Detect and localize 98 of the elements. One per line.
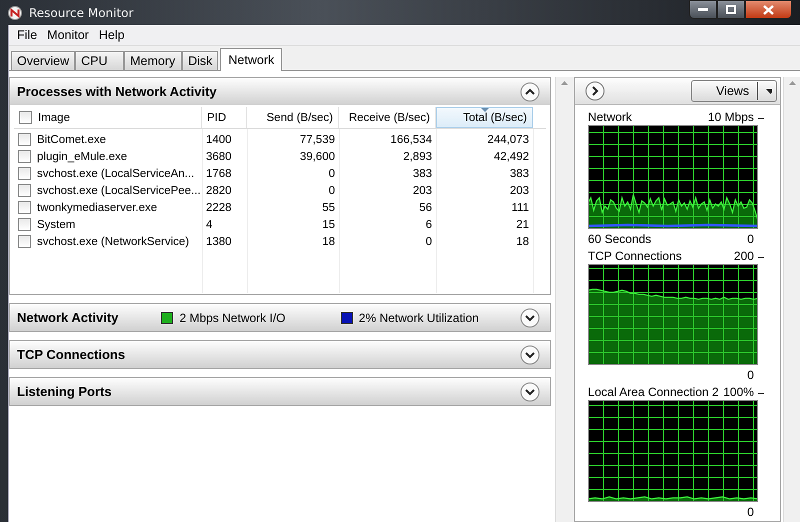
column-label: Total (B/sec) [463, 112, 527, 124]
minimize-button[interactable] [689, 0, 717, 19]
tab[interactable]: Overview [11, 51, 76, 70]
checkbox[interactable] [19, 111, 32, 124]
table-cell: 244,073 [487, 134, 529, 146]
section-title: Processes with Network Activity [17, 84, 217, 99]
column-header[interactable]: Total (B/sec) [436, 107, 533, 128]
column-label: Receive (B/sec) [348, 112, 430, 124]
column-header[interactable]: Image [14, 107, 202, 128]
table-cell: System [37, 218, 76, 230]
section-header[interactable]: Processes with Network Activity [10, 78, 550, 105]
table-cell: 6 [426, 218, 432, 230]
graph-max-label: 100% [723, 385, 754, 399]
section-header[interactable]: Listening Ports [10, 378, 550, 405]
tab[interactable]: Network [220, 48, 282, 71]
views-button[interactable]: Views [691, 80, 778, 102]
column-label: Send (B/sec) [266, 112, 333, 124]
scroll-up-icon[interactable] [788, 81, 796, 85]
checkbox[interactable] [18, 167, 31, 180]
table-cell: BitComet.exe [37, 134, 106, 146]
expand-icon[interactable] [520, 344, 540, 364]
table-cell: 56 [419, 202, 432, 214]
graph-title: Local Area Connection 2 [588, 385, 719, 399]
table-cell: 77,539 [300, 134, 335, 146]
checkbox[interactable] [18, 218, 31, 231]
graph-title: Network [588, 110, 632, 124]
app-icon [8, 6, 22, 20]
column-header[interactable]: PID [202, 107, 247, 128]
table-cell: 4 [206, 218, 212, 230]
window-title: Resource Monitor [29, 6, 134, 20]
expand-icon[interactable] [520, 382, 540, 402]
graph-max-label: 200 [734, 249, 754, 263]
table-cell: 55 [322, 202, 335, 214]
menu-item[interactable]: Help [94, 28, 130, 42]
table-cell: svchost.exe (LocalServicePee... [37, 184, 201, 196]
table-cell: 1380 [206, 236, 232, 248]
table-cell: 383 [510, 168, 529, 180]
graph-min-label: 0 [747, 368, 754, 382]
collapse-icon[interactable] [520, 82, 540, 102]
time-span-label: 60 Seconds [588, 232, 652, 246]
table-cell: 383 [412, 168, 432, 180]
checkbox[interactable] [18, 133, 31, 146]
close-button[interactable] [745, 0, 792, 19]
table-cell: 2228 [206, 202, 232, 214]
menu-item[interactable]: File [12, 28, 42, 42]
expand-icon[interactable] [520, 308, 540, 328]
table-cell: twonkymediaserver.exe [37, 202, 158, 214]
column-label: PID [207, 112, 226, 124]
table-cell: 0 [426, 236, 432, 248]
checkbox[interactable] [18, 184, 31, 197]
table-cell: 2820 [206, 184, 232, 196]
tab[interactable]: Disk [182, 51, 218, 70]
table-cell: 0 [328, 184, 335, 196]
scroll-up-icon[interactable] [561, 81, 568, 85]
checkbox[interactable] [18, 201, 31, 214]
table-cell: 3680 [206, 150, 232, 162]
menu-item[interactable]: Monitor [42, 28, 94, 42]
table-cell: 39,600 [300, 150, 335, 162]
collapse-button[interactable] [584, 81, 605, 101]
section-title: TCP Connections [17, 347, 126, 362]
table-cell: 111 [512, 202, 529, 214]
minimize-icon [698, 8, 708, 12]
table-cell: 1400 [206, 134, 232, 146]
table-cell: 166,534 [390, 134, 432, 146]
column-label: Image [38, 112, 70, 124]
column-header[interactable]: Send (B/sec) [247, 107, 339, 128]
tab[interactable]: Memory [124, 51, 182, 70]
section-title: Network Activity [17, 310, 120, 325]
table-cell: 18 [516, 236, 529, 248]
dropdown-icon [766, 88, 772, 94]
table-cell: svchost.exe (LocalServiceAn... [37, 168, 194, 180]
table-cell: plugin_eMule.exe [37, 150, 128, 162]
graph-title: TCP Connections [588, 249, 682, 263]
maximize-icon [726, 5, 736, 14]
table-cell: svchost.exe (NetworkService) [37, 236, 190, 248]
table-cell: 42,492 [494, 150, 529, 162]
table-cell: 21 [516, 218, 529, 230]
table-cell: 1768 [206, 168, 232, 180]
table-cell: 18 [322, 236, 335, 248]
close-icon [763, 4, 774, 14]
maximize-button[interactable] [717, 0, 745, 19]
checkbox[interactable] [18, 150, 31, 163]
graph-max-label: 10 Mbps [708, 110, 754, 124]
table-cell: 203 [412, 184, 432, 196]
table-cell: 0 [328, 168, 335, 180]
tab[interactable]: CPU [75, 51, 124, 70]
table-cell: 2,893 [403, 150, 432, 162]
legend-label: 2% Network Utilization [358, 310, 479, 324]
table-cell: 203 [510, 184, 529, 196]
legend-label: 2 Mbps Network I/O [179, 310, 286, 324]
section-header[interactable]: Network Activity 2 Mbps Network I/O 2% Network Utilization [10, 304, 550, 331]
graph-min-label: 0 [747, 232, 754, 246]
section-title: Listening Ports [17, 384, 113, 399]
section-header[interactable]: TCP Connections [10, 341, 550, 368]
table-cell: 15 [322, 218, 335, 230]
sort-icon [481, 108, 489, 112]
checkbox[interactable] [18, 235, 31, 248]
graph-min-label: 0 [747, 505, 754, 519]
